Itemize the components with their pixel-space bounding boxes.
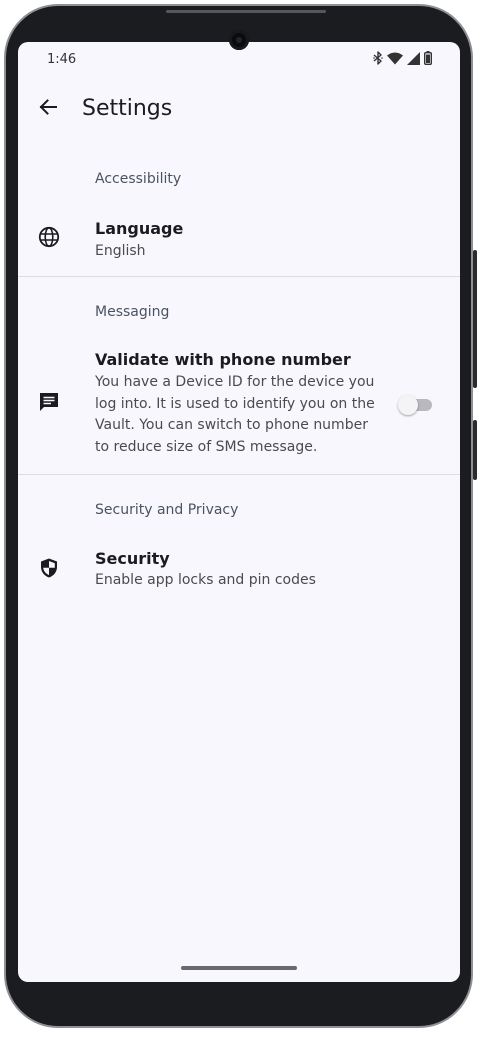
- power-button: [473, 420, 477, 480]
- signal-icon: [407, 51, 420, 65]
- battery-icon: [424, 51, 432, 65]
- summary-line: to reduce size of SMS message.: [95, 438, 318, 455]
- divider: [18, 276, 460, 277]
- switch-thumb: [398, 395, 418, 415]
- message-icon: [37, 390, 61, 414]
- section-header-security-privacy: Security and Privacy: [95, 502, 239, 518]
- summary-line: log into. It is used to identify you on …: [95, 395, 375, 412]
- validate-phone-switch[interactable]: [398, 394, 432, 416]
- pref-validate-summary: You have a Device ID for the device you …: [95, 372, 375, 458]
- section-header-messaging: Messaging: [95, 304, 170, 320]
- shield-icon: [37, 556, 61, 580]
- pref-validate-phone[interactable]: Validate with phone number You have a De…: [18, 342, 460, 472]
- pref-language-title: Language: [95, 219, 184, 238]
- volume-button: [473, 250, 477, 388]
- summary-line: Vault. You can switch to phone number: [95, 417, 368, 433]
- front-camera: [229, 30, 249, 50]
- pref-security-title: Security: [95, 549, 170, 568]
- wifi-icon: [387, 52, 403, 65]
- screen: 1:46 Settings Accessibility Language Eng…: [18, 42, 460, 982]
- globe-icon: [37, 225, 61, 249]
- pref-security[interactable]: Security Enable app locks and pin codes: [18, 538, 460, 606]
- back-button[interactable]: [34, 95, 62, 123]
- arrow-back-icon: [38, 97, 58, 121]
- pref-language-summary: English: [95, 243, 146, 259]
- status-icons: [373, 51, 432, 65]
- summary-line: You have a Device ID for the device you: [95, 374, 375, 390]
- pref-language[interactable]: Language English: [18, 206, 460, 276]
- pref-security-summary: Enable app locks and pin codes: [95, 572, 316, 588]
- page-title: Settings: [82, 96, 173, 121]
- phone-top-ridge: [166, 10, 326, 13]
- divider: [18, 474, 460, 475]
- gesture-nav-bar[interactable]: [181, 966, 297, 970]
- pref-validate-title: Validate with phone number: [95, 350, 351, 369]
- status-time: 1:46: [47, 52, 77, 67]
- top-app-bar: Settings: [18, 82, 460, 138]
- bluetooth-icon: [373, 51, 383, 65]
- section-header-accessibility: Accessibility: [95, 171, 182, 187]
